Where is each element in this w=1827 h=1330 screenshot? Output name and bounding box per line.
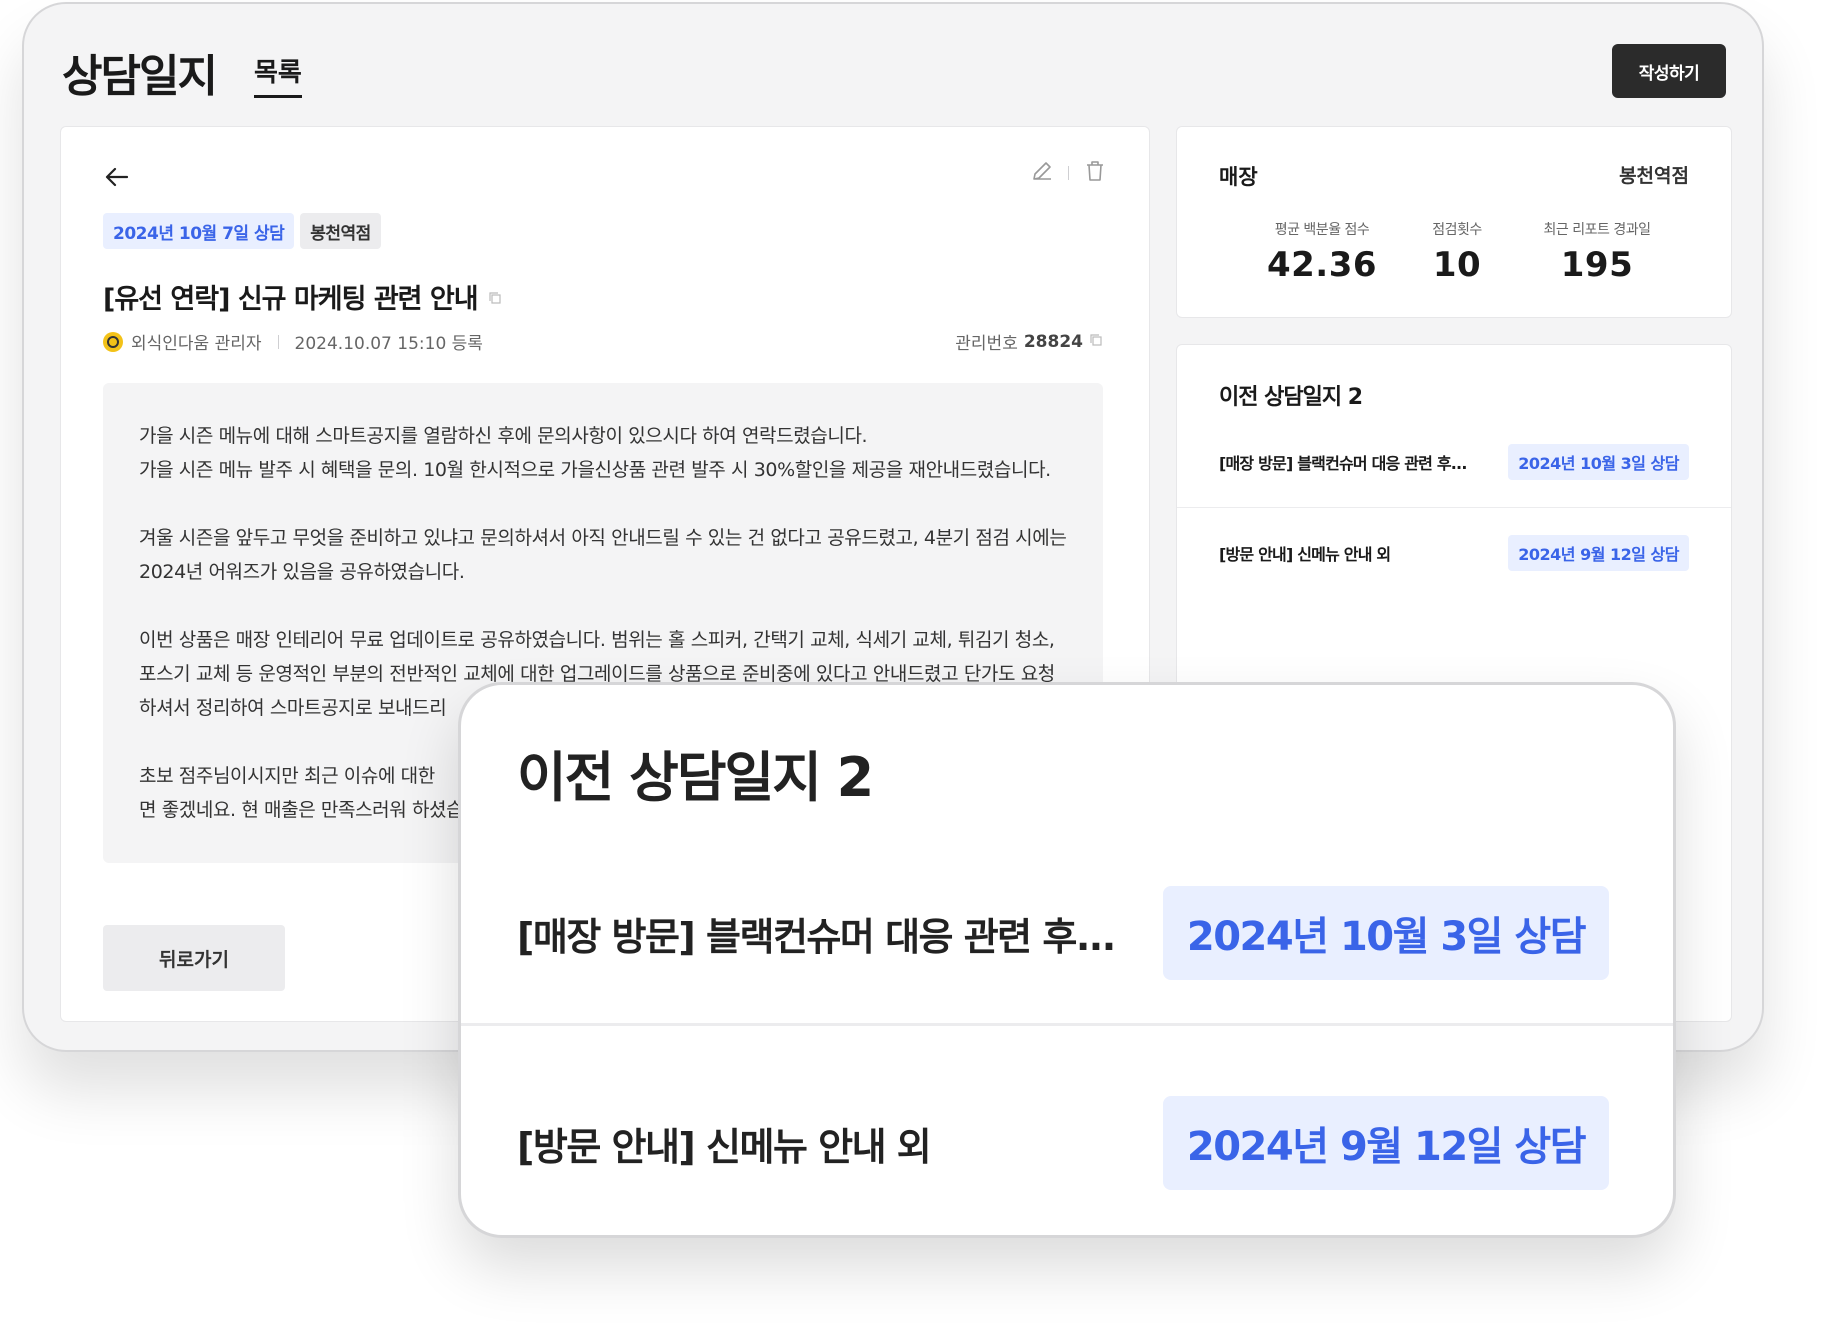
avatar-icon bbox=[103, 331, 123, 352]
stat-label: 평균 백분율 점수 bbox=[1274, 222, 1370, 238]
stat-value: 10 bbox=[1432, 245, 1482, 285]
meta-divider bbox=[277, 334, 279, 349]
stat-inspection-count: 점검횟수 10 bbox=[1397, 219, 1517, 285]
store-stats: 평균 백분율 점수 42.36 점검횟수 10 최근 리포트 경과일 195 bbox=[1247, 219, 1677, 285]
arrow-left-icon[interactable] bbox=[103, 163, 131, 191]
stat-label: 점검횟수 bbox=[1432, 222, 1482, 238]
body-paragraph: 겨울 시즌을 앞두고 무엇을 준비하고 있냐고 문의하셔서 아직 안내드릴 수 … bbox=[139, 527, 1067, 583]
pencil-icon[interactable] bbox=[1030, 159, 1054, 187]
previous-log-title: [매장 방문] 블랙컨슈머 대응 관련 후... bbox=[1219, 454, 1467, 473]
post-tags: 2024년 10월 7일 상담 봉천역점 bbox=[103, 213, 381, 249]
zoomed-log-date: 2024년 9월 12일 상담 bbox=[1162, 1096, 1609, 1190]
body-paragraph: 가을 시즌 메뉴에 대해 스마트공지를 열람하신 후에 문의사항이 있으시다 하… bbox=[139, 425, 1051, 481]
store-label: 매장 bbox=[1219, 165, 1258, 189]
store-chip: 봉천역점 bbox=[300, 213, 381, 249]
write-button[interactable]: 작성하기 bbox=[1612, 44, 1726, 98]
author-name: 외식인다움 관리자 bbox=[131, 334, 262, 354]
zoomed-log-date: 2024년 10월 3일 상담 bbox=[1162, 886, 1609, 980]
toolbar-divider bbox=[1068, 166, 1069, 180]
zoomed-divider bbox=[461, 1023, 1673, 1026]
zoomed-log-title: [방문 안내] 신메뉴 안내 외 bbox=[517, 1124, 932, 1169]
management-number: 관리번호 28824 bbox=[955, 329, 1103, 354]
previous-log-item[interactable]: [방문 안내] 신메뉴 안내 외 2024년 9월 12일 상담 bbox=[1177, 508, 1731, 598]
zoomed-previous-logs: 이전 상담일지 2 [매장 방문] 블랙컨슈머 대응 관련 후... 2024년… bbox=[458, 682, 1676, 1238]
stat-report-elapsed-days: 최근 리포트 경과일 195 bbox=[1517, 219, 1677, 285]
mgmt-label: 관리번호 bbox=[955, 334, 1018, 354]
stat-value: 195 bbox=[1560, 245, 1634, 285]
zoomed-heading: 이전 상담일지 2 bbox=[517, 746, 874, 809]
trash-icon[interactable] bbox=[1083, 159, 1107, 187]
post-meta: 외식인다움 관리자 2024.10.07 15:10 등록 관리번호 28824 bbox=[103, 329, 1103, 354]
mgmt-number-value: 28824 bbox=[1023, 331, 1083, 352]
stat-avg-score: 평균 백분율 점수 42.36 bbox=[1247, 219, 1397, 285]
registered-time: 2024.10.07 15:10 등록 bbox=[294, 334, 483, 354]
zoomed-log-title: [매장 방문] 블랙컨슈머 대응 관련 후... bbox=[517, 914, 1116, 959]
post-toolbar bbox=[1030, 159, 1107, 187]
store-summary-card: 매장 봉천역점 평균 백분율 점수 42.36 점검횟수 10 최근 리포트 경… bbox=[1176, 126, 1732, 318]
copy-icon[interactable] bbox=[1089, 332, 1103, 352]
post-title: [유선 연락] 신규 마케팅 관련 안내 bbox=[103, 277, 502, 316]
post-title-text: [유선 연락] 신규 마케팅 관련 안내 bbox=[103, 284, 479, 315]
previous-log-date: 2024년 9월 12일 상담 bbox=[1508, 535, 1689, 571]
zoomed-log-item[interactable]: [방문 안내] 신메뉴 안내 외 2024년 9월 12일 상담 bbox=[461, 1053, 1673, 1233]
copy-icon[interactable] bbox=[488, 281, 502, 312]
previous-logs-heading: 이전 상담일지 2 bbox=[1219, 385, 1363, 410]
back-button[interactable]: 뒤로가기 bbox=[103, 925, 285, 991]
zoomed-log-item[interactable]: [매장 방문] 블랙컨슈머 대응 관련 후... 2024년 10월 3일 상담 bbox=[461, 843, 1673, 1023]
previous-log-item[interactable]: [매장 방문] 블랙컨슈머 대응 관련 후... 2024년 10월 3일 상담 bbox=[1177, 417, 1731, 507]
stat-label: 최근 리포트 경과일 bbox=[1543, 222, 1651, 238]
consult-date-chip: 2024년 10월 7일 상담 bbox=[103, 213, 295, 249]
previous-log-title: [방문 안내] 신메뉴 안내 외 bbox=[1219, 545, 1391, 564]
previous-log-date: 2024년 10월 3일 상담 bbox=[1508, 444, 1689, 480]
tab-list[interactable]: 목록 bbox=[254, 52, 302, 98]
store-name: 봉천역점 bbox=[1619, 165, 1689, 187]
stat-value: 42.36 bbox=[1266, 245, 1378, 285]
page-title: 상담일지 bbox=[62, 51, 218, 102]
